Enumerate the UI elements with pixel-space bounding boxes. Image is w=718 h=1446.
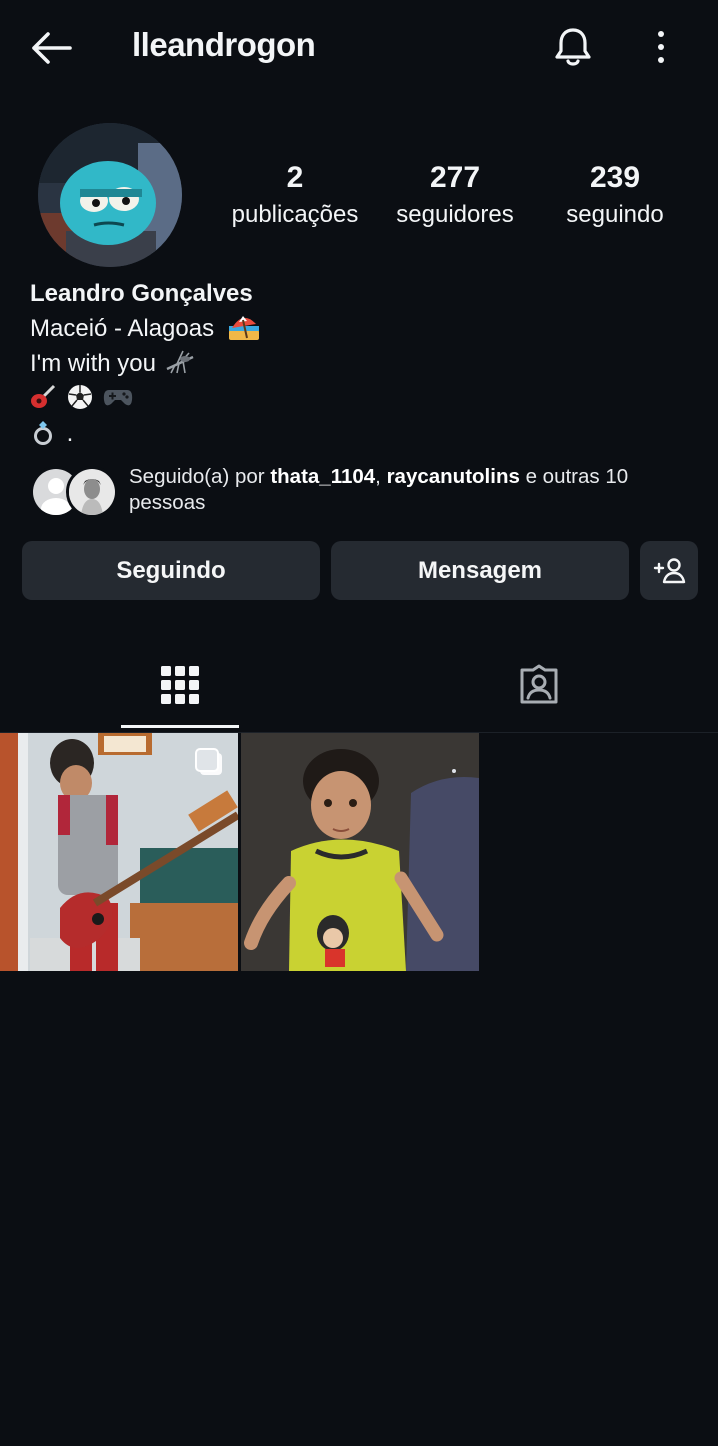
tagged-icon xyxy=(520,664,558,704)
tab-tagged[interactable] xyxy=(480,640,598,728)
post-thumbnail-1[interactable] xyxy=(0,733,238,971)
profile-username: lleandrogon xyxy=(132,26,316,63)
bio-location: Maceió - Alagoas xyxy=(30,315,215,342)
followed-by-prefix: Seguido(a) por xyxy=(129,465,271,488)
message-button[interactable]: Mensagem xyxy=(331,541,629,600)
stat-followers[interactable]: 277 seguidores xyxy=(370,160,540,232)
followed-by-separator: , xyxy=(375,465,387,488)
ring-emoji-icon xyxy=(30,419,56,445)
bio-emoji-line xyxy=(30,381,259,416)
profile-bio: Leandro Gonçalves Maceió - Alagoas I'm w… xyxy=(30,276,259,451)
beach-umbrella-emoji-icon xyxy=(228,312,259,340)
bell-icon[interactable] xyxy=(550,24,596,70)
bio-location-line: Maceió - Alagoas xyxy=(30,311,259,346)
followed-by-text: Seguido(a) por thata_1104, raycanutolins… xyxy=(129,464,689,516)
mosquito-emoji-icon xyxy=(163,349,197,375)
soccer-ball-emoji-icon xyxy=(67,384,93,410)
stat-following[interactable]: 239 seguindo xyxy=(530,160,700,232)
mutual-follower-2[interactable]: raycanutolins xyxy=(387,465,520,488)
mutual-follower-1[interactable]: thata_1104 xyxy=(270,465,375,488)
profile-full-name: Leandro Gonçalves xyxy=(30,280,253,307)
bio-line-4-text: . xyxy=(66,420,74,447)
top-bar: lleandrogon xyxy=(0,0,718,96)
follower-avatar-2 xyxy=(66,466,118,518)
more-options-icon[interactable] xyxy=(645,26,677,68)
bio-text-with-you: I'm with you xyxy=(30,350,156,377)
posts-label: publicações xyxy=(231,201,359,228)
active-tab-indicator xyxy=(121,725,239,728)
game-controller-emoji-icon xyxy=(103,384,133,410)
profile-avatar[interactable] xyxy=(38,123,182,267)
following-button[interactable]: Seguindo xyxy=(22,541,320,600)
followed-by-row[interactable]: Seguido(a) por thata_1104, raycanutolins… xyxy=(30,462,690,522)
profile-tabs xyxy=(0,640,718,733)
grid-icon xyxy=(161,666,199,704)
bio-line-4: . xyxy=(30,416,259,451)
following-count: 239 xyxy=(589,161,641,194)
multiple-photos-icon xyxy=(195,748,222,775)
tab-posts-grid[interactable] xyxy=(121,640,239,728)
posts-count: 2 xyxy=(286,161,304,194)
back-arrow-icon[interactable] xyxy=(26,28,76,68)
guitar-emoji-icon xyxy=(30,384,56,410)
bio-line-2: I'm with you xyxy=(30,346,259,381)
following-label: seguindo xyxy=(566,201,664,228)
post-image-child xyxy=(241,733,479,971)
suggested-users-button[interactable] xyxy=(640,541,698,600)
followers-count: 277 xyxy=(429,161,481,194)
stat-posts[interactable]: 2 publicações xyxy=(210,160,380,232)
add-person-icon xyxy=(653,557,686,583)
post-thumbnail-2[interactable] xyxy=(241,733,479,971)
followers-label: seguidores xyxy=(396,201,514,228)
